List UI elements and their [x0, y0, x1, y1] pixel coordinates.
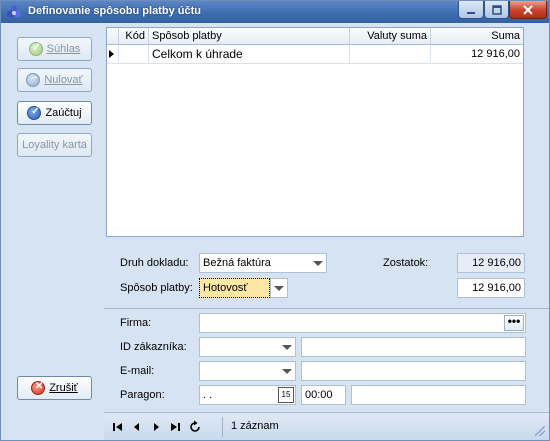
last-record-icon[interactable]: [168, 420, 182, 434]
zauctuj-label: Zaúčtuj: [45, 107, 82, 119]
column-header-sposob-platby[interactable]: Spôsob platby: [149, 28, 350, 45]
sposob-platby-value: Hotovosť: [203, 282, 248, 294]
zostatok-value: 12 916,00: [457, 253, 525, 273]
cell-kod[interactable]: [119, 45, 149, 64]
minimize-icon: [467, 11, 475, 14]
zostatok-label: Zostatok:: [383, 257, 429, 269]
check-icon: ✓: [27, 106, 42, 120]
row-pointer-icon: [109, 50, 114, 58]
id-zakaznika-label: ID zákazníka:: [120, 341, 187, 353]
first-record-icon[interactable]: [111, 420, 125, 434]
email-label: E-mail:: [120, 365, 155, 377]
record-navigator: 1 záznam: [104, 412, 549, 440]
sposob-platby-select[interactable]: Hotovosť: [199, 278, 270, 298]
minus-icon: −: [26, 73, 41, 87]
previous-record-icon[interactable]: [130, 420, 144, 434]
table-row[interactable]: Celkom k úhrade 12 916,00: [107, 45, 523, 64]
druh-dokladu-label: Druh dokladu:: [120, 257, 189, 269]
cell-suma[interactable]: 12 916,00: [431, 45, 523, 64]
title-bar[interactable]: Definovanie spôsobu platby účtu: [1, 1, 549, 23]
cancel-button[interactable]: ✕ Zrušiť: [17, 376, 92, 400]
zauctuj-button[interactable]: ✓ Zaúčtuj: [17, 101, 92, 125]
email-text-input[interactable]: [301, 361, 526, 381]
id-zakaznika-select[interactable]: [199, 337, 296, 357]
sposob-platby-dropdown-button[interactable]: [270, 278, 288, 298]
firma-browse-button[interactable]: •••: [504, 315, 524, 331]
cell-sposob-platby[interactable]: Celkom k úhrade: [149, 45, 350, 64]
maximize-button[interactable]: [484, 1, 509, 19]
chevron-down-icon: [282, 369, 292, 374]
firma-label: Firma:: [120, 317, 152, 329]
cancel-icon: ✕: [31, 381, 46, 395]
nulovat-button[interactable]: − Nulovať: [17, 68, 92, 92]
navigator-separator: [222, 417, 223, 437]
paragon-date-input[interactable]: . . 15: [199, 385, 296, 405]
check-icon: ✓: [28, 42, 43, 56]
cancel-label: Zrušiť: [49, 382, 78, 394]
nulovat-label: Nulovať: [44, 74, 83, 86]
loyality-karta-button[interactable]: Loyality karta: [17, 133, 92, 157]
resize-grip-icon[interactable]: [535, 426, 545, 436]
maximize-icon: [491, 4, 502, 15]
next-record-icon[interactable]: [149, 420, 163, 434]
sposob-platby-amount-input[interactable]: 12 916,00: [457, 278, 525, 298]
record-count: 1 záznam: [231, 420, 279, 432]
loyality-karta-label: Loyality karta: [22, 139, 87, 151]
chevron-down-icon: [313, 261, 323, 266]
chevron-down-icon: [274, 286, 284, 291]
email-select[interactable]: [199, 361, 296, 381]
calendar-icon[interactable]: 15: [278, 387, 294, 403]
suhlas-label: Súhlas: [46, 43, 81, 55]
firma-input[interactable]: •••: [199, 313, 526, 333]
paragon-time-input[interactable]: 00:00: [301, 385, 346, 405]
close-button[interactable]: [509, 1, 547, 19]
paragon-label: Paragon:: [120, 389, 165, 401]
column-header-kod[interactable]: Kód: [119, 28, 149, 45]
row-indicator: [107, 45, 119, 64]
id-zakaznika-text-input[interactable]: [301, 337, 526, 357]
separator: [104, 308, 549, 309]
sposob-platby-label: Spôsob platby:: [120, 282, 193, 294]
close-icon: [523, 4, 533, 15]
grid-header: Kód Spôsob platby Valuty suma Suma: [107, 28, 523, 45]
payment-dialog: Definovanie spôsobu platby účtu ✓ Súhlas…: [0, 0, 550, 441]
paragon-date-value: . .: [203, 389, 213, 401]
payment-grid[interactable]: Kód Spôsob platby Valuty suma Suma Celko…: [106, 27, 524, 237]
refresh-icon[interactable]: [188, 420, 202, 434]
druh-dokladu-value: Bežná faktúra: [203, 257, 271, 269]
window-title: Definovanie spôsobu platby účtu: [28, 5, 201, 17]
druh-dokladu-select[interactable]: Bežná faktúra: [199, 253, 327, 273]
cell-valuty-suma[interactable]: [350, 45, 431, 64]
column-header-suma[interactable]: Suma: [431, 28, 523, 45]
minimize-button[interactable]: [458, 1, 484, 19]
column-header-indicator: [107, 28, 119, 45]
column-header-valuty-suma[interactable]: Valuty suma: [350, 28, 431, 45]
paragon-number-input[interactable]: [351, 385, 526, 405]
chevron-down-icon: [282, 345, 292, 350]
app-icon: [7, 5, 21, 18]
suhlas-button[interactable]: ✓ Súhlas: [17, 37, 92, 61]
